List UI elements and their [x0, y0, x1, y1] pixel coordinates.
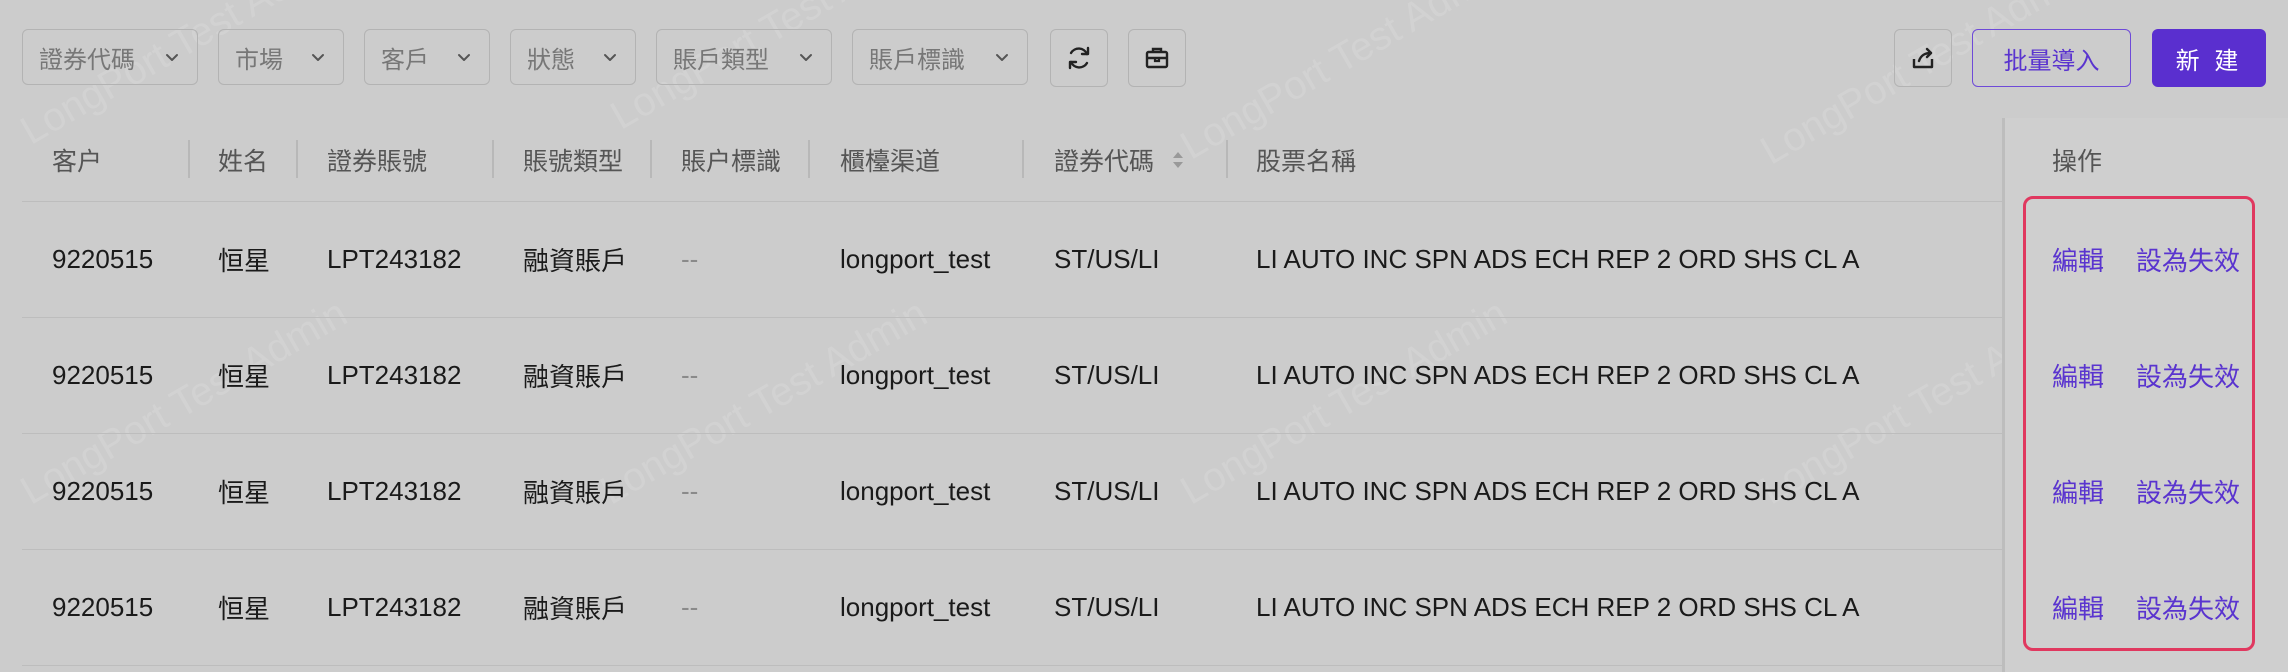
cell-stock-name: LI AUTO INC SPN ADS ECH REP 2 ORD SHS CL… [1256, 359, 1860, 390]
filter-label: 狀態 [527, 46, 575, 74]
table-row: 9220515 恒星 LPT243182 融資賬戶 -- longport_te… [22, 549, 2024, 666]
cell-channel: longport_test [840, 591, 991, 622]
cell-name: 恒星 [218, 361, 271, 392]
cell-account: LPT243182 [327, 591, 462, 622]
cell-account-flag: -- [681, 475, 699, 506]
column-divider [650, 140, 652, 178]
chevron-down-icon [996, 54, 1008, 61]
chevron-down-icon [800, 54, 812, 61]
chevron-down-icon [166, 54, 178, 61]
briefcase-icon [1145, 47, 1169, 69]
filter-label: 市場 [235, 46, 283, 74]
cell-account-type: 融資賬戶 [523, 361, 628, 392]
accounts-table: 客户 姓名 證券賬號 賬號類型 賬户標識 櫃檯渠道 證券代碼 股票名稱 9220… [22, 118, 2288, 672]
cell-account-type: 融資賬戶 [523, 245, 628, 276]
cell-channel: longport_test [840, 243, 991, 274]
table-row: 9220515 恒星 LPT243182 融資賬戶 -- longport_te… [22, 317, 2024, 434]
cell-account-flag: -- [681, 359, 699, 390]
cell-name: 恒星 [218, 477, 271, 508]
cell-customer: 9220515 [52, 359, 154, 390]
edit-link[interactable]: 編輯 [2052, 473, 2104, 510]
column-header-operations: 操作 [2052, 147, 2103, 176]
column-header-channel: 櫃檯渠道 [840, 147, 941, 176]
edit-link[interactable]: 編輯 [2052, 241, 2104, 278]
cell-security-code: ST/US/LI [1054, 591, 1160, 622]
cell-account-type: 融資賬戶 [523, 477, 628, 508]
column-divider [1022, 140, 1024, 178]
cell-name: 恒星 [218, 245, 271, 276]
cell-account: LPT243182 [327, 359, 462, 390]
column-divider [808, 140, 810, 178]
column-header-security-code[interactable]: 證券代碼 [1054, 118, 1186, 201]
column-header-customer: 客户 [52, 147, 103, 176]
cell-account: LPT243182 [327, 243, 462, 274]
filter-label: 客戶 [381, 46, 429, 74]
table-row: 9220515 恒星 LPT243182 融資賬戶 -- longport_te… [22, 201, 2024, 318]
briefcase-button[interactable] [1128, 29, 1186, 87]
chevron-down-icon [604, 54, 616, 61]
sort-icon[interactable] [1170, 147, 1186, 173]
column-header-account: 證券賬號 [327, 147, 428, 176]
cell-security-code: ST/US/LI [1054, 243, 1160, 274]
filter-label: 賬戶標識 [869, 46, 965, 74]
filter-account-flag[interactable]: 賬戶標識 [852, 29, 1028, 85]
column-divider [492, 140, 494, 178]
bulk-import-button[interactable]: 批量導入 [1972, 29, 2131, 87]
cell-account-flag: -- [681, 591, 699, 622]
filter-toolbar: 證券代碼 市場 客戶 狀態 賬戶類型 賬戶標識 批量導入 新 建 [0, 0, 2288, 118]
filter-customer[interactable]: 客戶 [364, 29, 490, 85]
export-icon [1912, 47, 1934, 69]
column-header-account-flag: 賬户標識 [681, 147, 782, 176]
deactivate-link[interactable]: 設為失效 [2136, 473, 2240, 510]
column-header-account-type: 賬號類型 [523, 147, 624, 176]
table-row: 9220515 恒星 LPT243182 融資賬戶 -- longport_te… [22, 433, 2024, 550]
column-header-label: 證券代碼 [1054, 147, 1155, 176]
filter-label: 賬戶類型 [673, 46, 769, 74]
create-button[interactable]: 新 建 [2152, 29, 2266, 87]
cell-customer: 9220515 [52, 243, 154, 274]
column-divider [296, 140, 298, 178]
filter-label: 證券代碼 [39, 46, 135, 74]
refresh-icon [1068, 46, 1090, 70]
edit-link[interactable]: 編輯 [2052, 589, 2104, 626]
column-divider [1226, 140, 1228, 178]
cell-customer: 9220515 [52, 591, 154, 622]
cell-stock-name: LI AUTO INC SPN ADS ECH REP 2 ORD SHS CL… [1256, 475, 1860, 506]
cell-security-code: ST/US/LI [1054, 359, 1160, 390]
deactivate-link[interactable]: 設為失效 [2136, 241, 2240, 278]
deactivate-link[interactable]: 設為失效 [2136, 357, 2240, 394]
cell-customer: 9220515 [52, 475, 154, 506]
filter-account-type[interactable]: 賬戶類型 [656, 29, 832, 85]
filter-status[interactable]: 狀態 [510, 29, 636, 85]
column-header-stock-name: 股票名稱 [1256, 147, 1357, 176]
column-header-name: 姓名 [218, 147, 269, 176]
row-actions: 編輯 設為失效 [2052, 549, 2262, 665]
cell-account-type: 融資賬戶 [523, 593, 628, 624]
refresh-button[interactable] [1050, 29, 1108, 87]
row-actions: 編輯 設為失效 [2052, 201, 2262, 317]
filter-market[interactable]: 市場 [218, 29, 344, 85]
filter-security-code[interactable]: 證券代碼 [22, 29, 198, 85]
cell-channel: longport_test [840, 359, 991, 390]
cell-security-code: ST/US/LI [1054, 475, 1160, 506]
cell-channel: longport_test [840, 475, 991, 506]
cell-account: LPT243182 [327, 475, 462, 506]
chevron-down-icon [458, 54, 470, 61]
cell-stock-name: LI AUTO INC SPN ADS ECH REP 2 ORD SHS CL… [1256, 243, 1860, 274]
table-header: 客户 姓名 證券賬號 賬號類型 賬户標識 櫃檯渠道 證券代碼 股票名稱 [22, 118, 2024, 202]
cell-stock-name: LI AUTO INC SPN ADS ECH REP 2 ORD SHS CL… [1256, 591, 1860, 622]
export-button[interactable] [1894, 29, 1952, 87]
chevron-down-icon [312, 54, 324, 61]
column-divider [188, 140, 190, 178]
row-actions: 編輯 設為失效 [2052, 433, 2262, 549]
cell-account-flag: -- [681, 243, 699, 274]
row-actions: 編輯 設為失效 [2052, 317, 2262, 433]
cell-name: 恒星 [218, 593, 271, 624]
edit-link[interactable]: 編輯 [2052, 357, 2104, 394]
deactivate-link[interactable]: 設為失效 [2136, 589, 2240, 626]
